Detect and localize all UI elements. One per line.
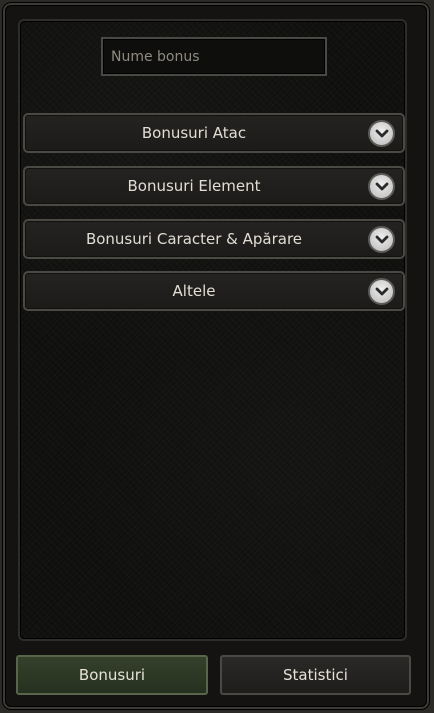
category-attack-bonuses[interactable]: Bonusuri Atac	[23, 113, 405, 153]
category-other[interactable]: Altele	[23, 271, 405, 311]
tab-statistics[interactable]: Statistici	[220, 655, 411, 695]
category-label: Bonusuri Caracter & Apărare	[85, 230, 303, 248]
chevron-down-icon[interactable]	[368, 173, 395, 200]
category-element-bonuses[interactable]: Bonusuri Element	[23, 166, 405, 206]
chevron-down-icon[interactable]	[368, 120, 395, 147]
category-label: Bonusuri Element	[127, 177, 261, 195]
category-label: Altele	[172, 282, 216, 300]
chevron-down-icon[interactable]	[368, 226, 395, 253]
chevron-down-icon[interactable]	[368, 278, 395, 305]
category-character-defense-bonuses[interactable]: Bonusuri Caracter & Apărare	[23, 219, 405, 259]
category-label: Bonusuri Atac	[141, 124, 247, 142]
bonus-name-search-input[interactable]	[101, 37, 327, 76]
tab-bonuses[interactable]: Bonusuri	[16, 655, 208, 695]
